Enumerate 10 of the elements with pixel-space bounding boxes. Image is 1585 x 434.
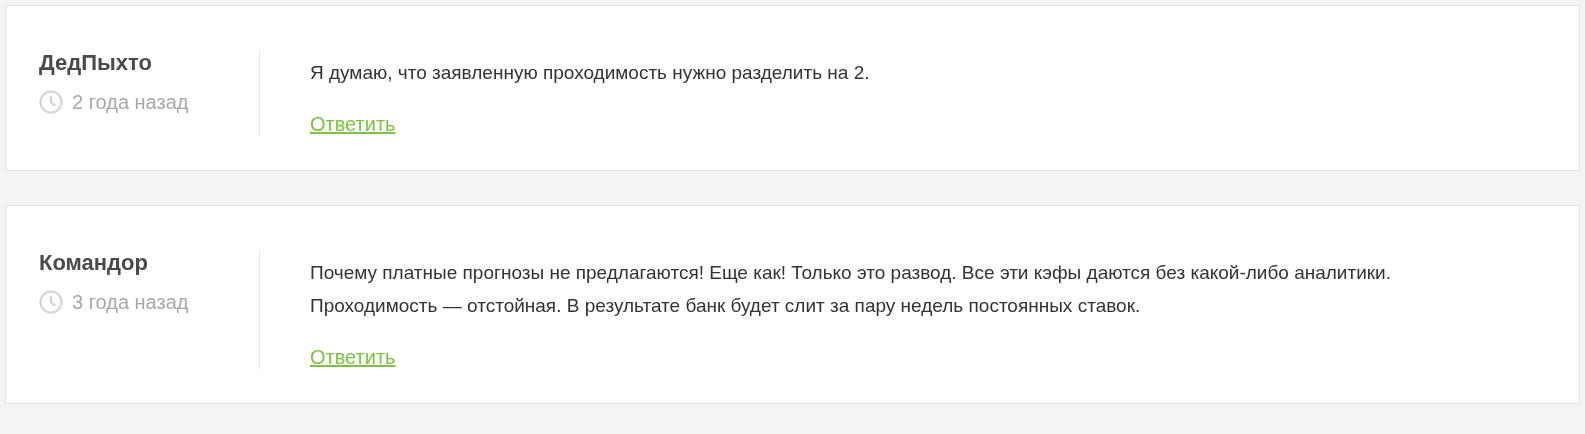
author-name: Командор [39, 250, 149, 276]
comment-text: Почему платные прогнозы не предлагаются! Еще как! Только это развод. Все эти кэфы даются без какой-либо аналитики. Проходимость — отстойная. В результате банк будет слит за пару недель постоянных ставок. [310, 261, 1392, 318]
clock-icon [39, 90, 63, 114]
author-name: ДедПыхто [39, 50, 153, 76]
clock-icon [39, 290, 63, 314]
comment-time: 2 года назад [72, 90, 189, 114]
comment-time: 3 года назад [72, 290, 189, 314]
comment-text: Я думаю, что заявленную проходимость нужно разделить на 2. [310, 61, 870, 85]
reply-link[interactable]: Ответить [310, 113, 396, 136]
reply-link[interactable]: Ответить [310, 346, 396, 369]
